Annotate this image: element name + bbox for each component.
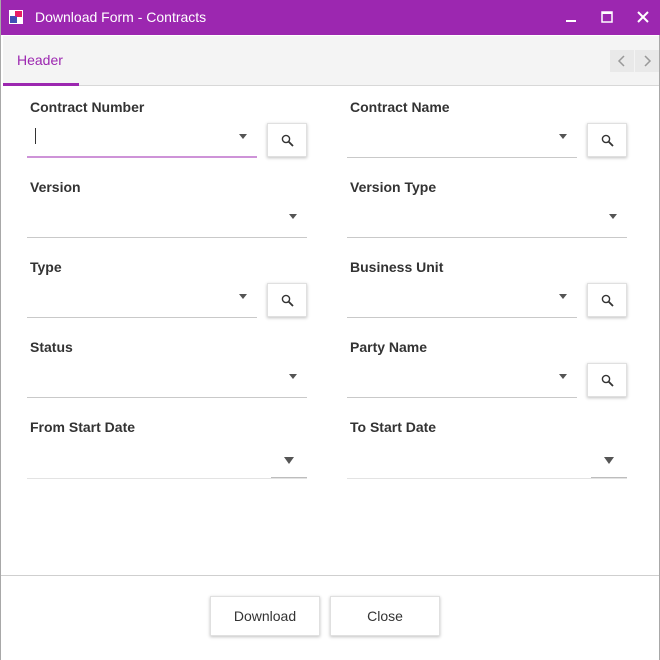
dialog-window: Download Form - Contracts Header Contrac… [0, 0, 660, 660]
chevron-down-icon[interactable] [289, 374, 297, 379]
contract-number-search-button[interactable] [267, 123, 307, 157]
search-icon [281, 134, 294, 147]
tab-bar: Header [3, 36, 659, 86]
chevron-right-icon [644, 55, 652, 67]
contract-name-label: Contract Name [350, 99, 450, 115]
to-start-date-input[interactable] [347, 439, 627, 479]
close-button[interactable]: Close [330, 596, 440, 636]
tab-scroll-right-button[interactable] [635, 50, 659, 72]
version-label: Version [30, 179, 81, 195]
minimize-button[interactable] [553, 0, 589, 35]
maximize-icon [601, 11, 613, 23]
chevron-left-icon [617, 55, 625, 67]
business-unit-search-button[interactable] [587, 283, 627, 317]
app-icon [9, 10, 23, 24]
dialog-footer: Download Close [1, 575, 659, 660]
search-icon [601, 134, 614, 147]
chevron-down-icon[interactable] [289, 214, 297, 219]
download-button[interactable]: Download [210, 596, 320, 636]
from-start-date-input[interactable] [27, 439, 307, 479]
version-type-input[interactable] [347, 198, 627, 238]
text-cursor [35, 128, 36, 144]
from-start-date-label: From Start Date [30, 419, 136, 435]
contract-name-input[interactable] [347, 118, 577, 158]
contract-number-input[interactable] [27, 118, 257, 158]
chevron-down-icon[interactable] [609, 214, 617, 219]
chevron-down-icon[interactable] [239, 134, 247, 139]
date-picker-toggle[interactable] [591, 439, 627, 478]
type-input[interactable] [27, 278, 257, 318]
business-unit-input[interactable] [347, 278, 577, 318]
chevron-down-icon[interactable] [239, 294, 247, 299]
tab-header-label: Header [17, 52, 63, 68]
version-input[interactable] [27, 198, 307, 238]
party-name-label: Party Name [350, 339, 428, 355]
type-search-button[interactable] [267, 283, 307, 317]
chevron-down-icon[interactable] [559, 374, 567, 379]
contract-number-label: Contract Number [30, 99, 145, 115]
to-start-date-label: To Start Date [350, 419, 437, 435]
search-icon [601, 374, 614, 387]
tab-header[interactable]: Header [3, 36, 79, 86]
search-icon [601, 294, 614, 307]
close-window-button[interactable] [625, 0, 660, 35]
status-label: Status [30, 339, 73, 355]
tab-scroll-left-button[interactable] [610, 50, 634, 72]
chevron-down-icon[interactable] [559, 294, 567, 299]
party-name-search-button[interactable] [587, 363, 627, 397]
type-label: Type [30, 259, 62, 275]
date-picker-toggle[interactable] [271, 439, 307, 478]
status-input[interactable] [27, 358, 307, 398]
party-name-input[interactable] [347, 358, 577, 398]
business-unit-label: Business Unit [350, 259, 444, 275]
title-bar[interactable]: Download Form - Contracts [1, 0, 660, 35]
maximize-button[interactable] [589, 0, 625, 35]
search-icon [281, 294, 294, 307]
active-tab-indicator [3, 83, 79, 86]
version-type-label: Version Type [350, 179, 437, 195]
contract-name-search-button[interactable] [587, 123, 627, 157]
window-title: Download Form - Contracts [35, 9, 207, 25]
close-icon [637, 11, 649, 23]
chevron-down-icon[interactable] [559, 134, 567, 139]
minimize-icon [566, 20, 576, 22]
